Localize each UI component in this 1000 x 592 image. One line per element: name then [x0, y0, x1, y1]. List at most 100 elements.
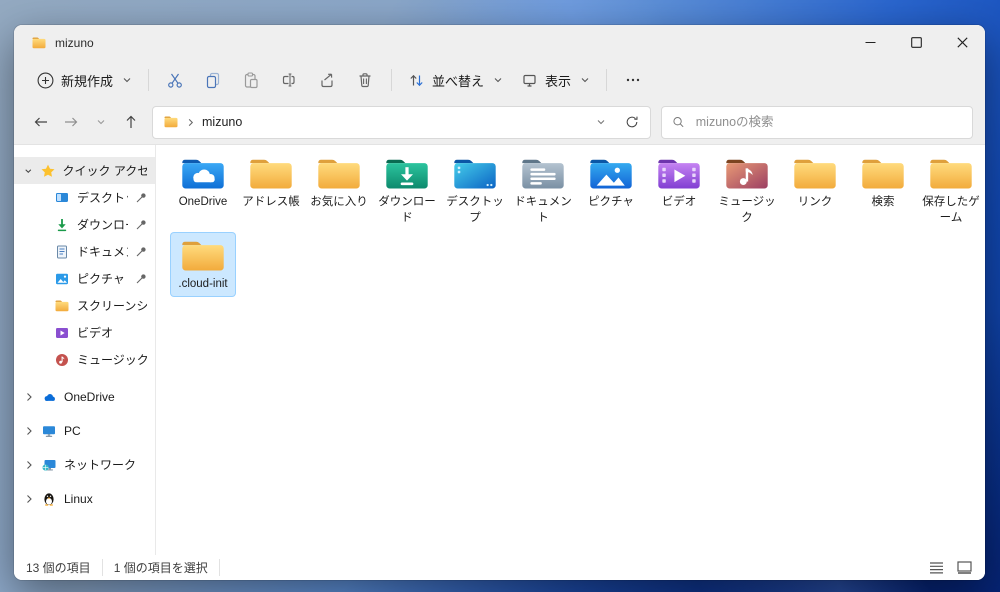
sidebar-item-music[interactable]: ミュージック	[14, 346, 155, 373]
folder-icon	[180, 237, 226, 274]
file-item-saved-games[interactable]: 保存したゲーム	[919, 151, 983, 229]
plus-circle-icon	[37, 72, 54, 89]
maximize-icon	[911, 37, 922, 48]
file-label: ビデオ	[662, 195, 697, 211]
rename-button[interactable]	[270, 64, 308, 96]
file-item-contacts[interactable]: アドレス帳	[239, 151, 303, 214]
chevron-right-icon[interactable]	[24, 460, 34, 470]
file-item-pictures[interactable]: ピクチャ	[579, 151, 643, 214]
chevron-right-icon[interactable]	[24, 426, 34, 436]
new-button[interactable]: 新規作成	[28, 65, 141, 96]
breadcrumb-segment[interactable]: mizuno	[202, 115, 242, 129]
file-item-searches[interactable]: 検索	[851, 151, 915, 214]
file-item-links[interactable]: リンク	[783, 151, 847, 214]
copy-button[interactable]	[194, 64, 232, 96]
file-label: .cloud-init	[178, 277, 227, 293]
arrow-up-icon	[123, 114, 139, 130]
sidebar-item-onedrive[interactable]: OneDrive	[14, 383, 155, 410]
file-label: お気に入り	[310, 195, 368, 211]
file-row: OneDrive アドレス帳 お気に入り	[169, 151, 985, 229]
sidebar-item-downloads[interactable]: ダウンロード	[14, 211, 155, 238]
sidebar-item-label: ダウンロード	[77, 216, 128, 233]
list-view-icon	[929, 561, 944, 574]
file-item-cloud-init[interactable]: .cloud-init	[171, 233, 235, 296]
file-item-music[interactable]: ミュージック	[715, 151, 779, 229]
share-button[interactable]	[308, 64, 346, 96]
address-bar[interactable]: mizuno	[152, 106, 651, 139]
view-button[interactable]: 表示	[512, 65, 599, 96]
close-button[interactable]	[939, 25, 985, 60]
pictures-folder-icon	[588, 155, 634, 192]
desktop-folder-icon	[452, 155, 498, 192]
navigation-bar: mizuno	[14, 100, 985, 145]
view-icon	[521, 72, 538, 89]
file-item-documents[interactable]: ドキュメント	[511, 151, 575, 229]
search-input[interactable]	[694, 114, 962, 130]
forward-button[interactable]	[56, 108, 86, 136]
pin-icon	[135, 246, 147, 258]
refresh-button[interactable]	[620, 108, 644, 136]
music-folder-icon	[724, 155, 770, 192]
file-row: .cloud-init	[169, 233, 985, 296]
toolbar-separator	[606, 69, 607, 91]
sidebar-item-pictures[interactable]: ピクチャ	[14, 265, 155, 292]
new-button-label: 新規作成	[61, 71, 113, 90]
maximize-button[interactable]	[893, 25, 939, 60]
folder-icon	[860, 155, 906, 192]
chevron-down-icon[interactable]	[24, 166, 33, 176]
minimize-button[interactable]	[847, 25, 893, 60]
sidebar-item-videos[interactable]: ビデオ	[14, 319, 155, 346]
back-button[interactable]	[26, 108, 56, 136]
file-label: ミュージック	[716, 195, 778, 226]
file-item-onedrive[interactable]: OneDrive	[171, 151, 235, 214]
sidebar-item-network[interactable]: ネットワーク	[14, 451, 155, 478]
sidebar-item-label: ビデオ	[77, 324, 113, 341]
sidebar-item-pc[interactable]: PC	[14, 417, 155, 444]
title-bar: mizuno	[14, 25, 985, 60]
document-icon	[54, 244, 70, 260]
pin-icon	[135, 192, 147, 204]
share-icon	[318, 71, 336, 89]
more-options-button[interactable]	[614, 64, 652, 96]
sidebar-item-linux[interactable]: Linux	[14, 485, 155, 512]
paste-button[interactable]	[232, 64, 270, 96]
sidebar-item-label: クイック アクセス	[63, 162, 147, 179]
chevron-right-icon[interactable]	[24, 494, 34, 504]
address-dropdown-button[interactable]	[589, 108, 613, 136]
linux-penguin-icon	[41, 491, 57, 507]
delete-button[interactable]	[346, 64, 384, 96]
chevron-right-icon[interactable]	[24, 392, 34, 402]
large-icons-view-button[interactable]	[953, 558, 975, 578]
documents-folder-icon	[520, 155, 566, 192]
sort-button[interactable]: 並べ替え	[399, 65, 512, 96]
sidebar-item-label: ピクチャ	[77, 270, 125, 287]
sidebar-item-desktop[interactable]: デスクトップ	[14, 184, 155, 211]
picture-icon	[54, 271, 70, 287]
file-label: OneDrive	[179, 195, 228, 211]
cut-button[interactable]	[156, 64, 194, 96]
file-item-desktop[interactable]: デスクトップ	[443, 151, 507, 229]
chevron-down-icon	[596, 117, 606, 127]
up-button[interactable]	[116, 108, 146, 136]
details-view-button[interactable]	[925, 558, 947, 578]
pin-icon	[135, 273, 147, 285]
window-title: mizuno	[55, 36, 94, 50]
sidebar-item-screenshots[interactable]: スクリーンショット	[14, 292, 155, 319]
sidebar-item-label: ドキュメント	[77, 243, 128, 260]
status-bar: 13 個の項目 1 個の項目を選択	[14, 555, 985, 580]
sidebar-item-label: PC	[64, 424, 81, 438]
file-item-favorites[interactable]: お気に入り	[307, 151, 371, 214]
sidebar-item-quick-access[interactable]: クイック アクセス	[14, 157, 155, 184]
pin-icon	[135, 219, 147, 231]
search-box[interactable]	[661, 106, 973, 139]
videos-folder-icon	[656, 155, 702, 192]
recent-locations-button[interactable]	[86, 108, 116, 136]
downloads-folder-icon	[384, 155, 430, 192]
file-label: 検索	[872, 195, 895, 211]
chevron-right-icon	[186, 118, 195, 127]
file-item-downloads[interactable]: ダウンロード	[375, 151, 439, 229]
video-icon	[54, 325, 70, 341]
file-item-videos[interactable]: ビデオ	[647, 151, 711, 214]
arrow-right-icon	[63, 114, 79, 130]
sidebar-item-documents[interactable]: ドキュメント	[14, 238, 155, 265]
